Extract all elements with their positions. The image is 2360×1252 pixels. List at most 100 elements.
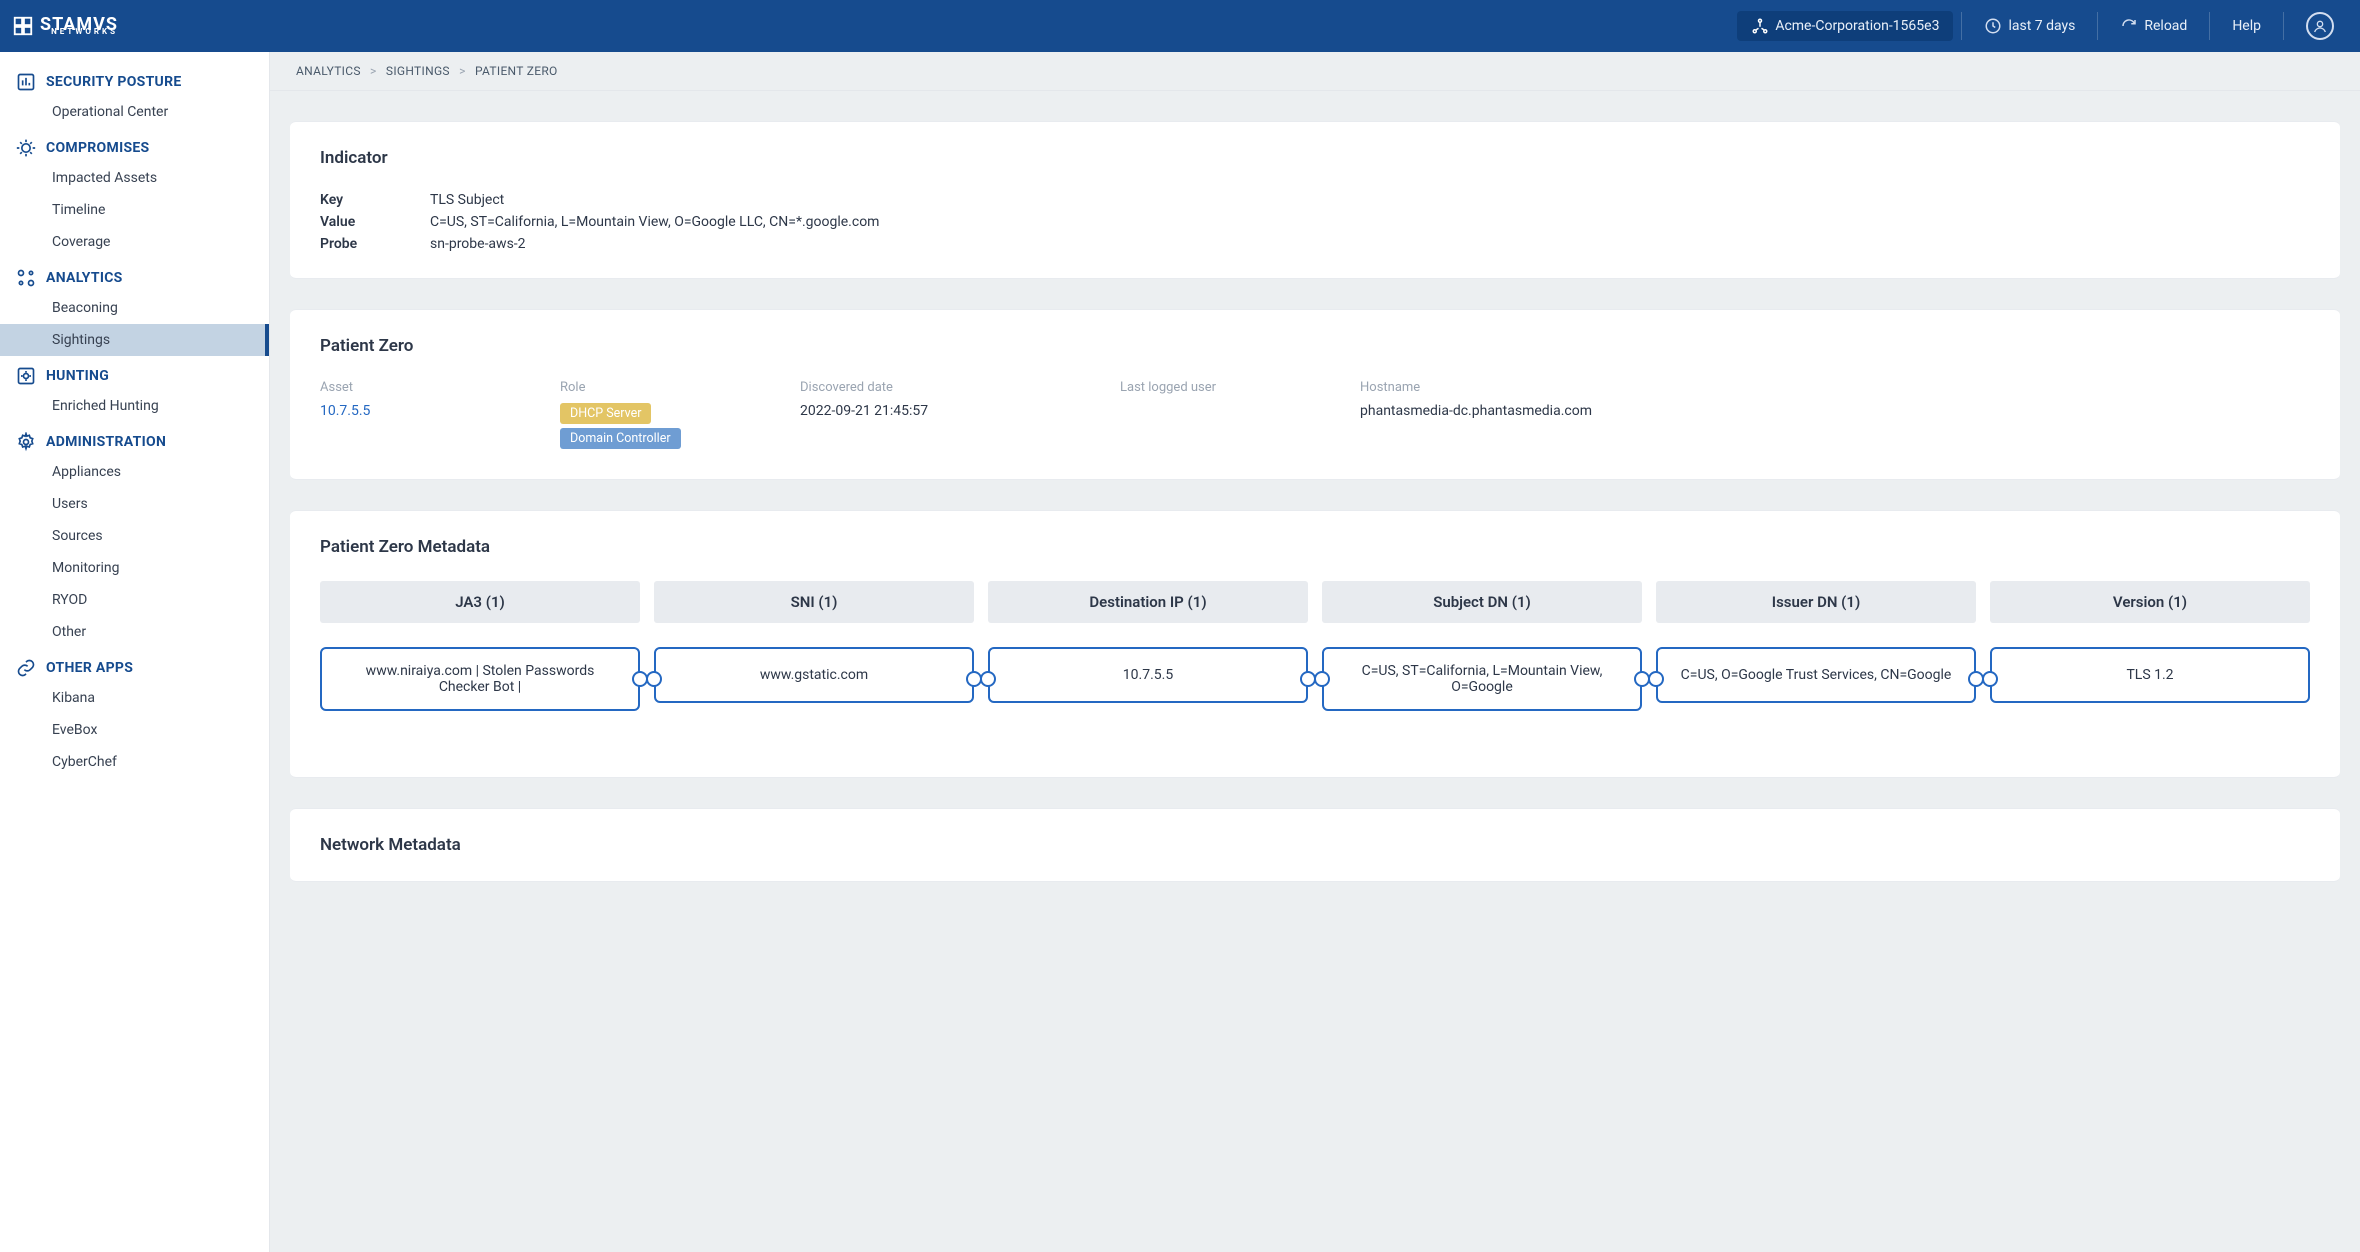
sidebar-item-timeline[interactable]: Timeline: [0, 194, 269, 226]
connector-node: [646, 671, 662, 687]
main: ANALYTICS > SIGHTINGS > PATIENT ZERO Ind…: [270, 52, 2360, 1252]
sidebar-section-security-posture[interactable]: SECURITY POSTURE: [0, 62, 269, 96]
sidebar-item-sources[interactable]: Sources: [0, 520, 269, 552]
meta-header-issuer[interactable]: Issuer DN (1): [1656, 581, 1976, 623]
sidebar-item-appliances[interactable]: Appliances: [0, 456, 269, 488]
indicator-title: Indicator: [320, 148, 2310, 168]
sidebar-item-impacted-assets[interactable]: Impacted Assets: [0, 162, 269, 194]
help-button[interactable]: Help: [2218, 12, 2275, 40]
indicator-value-label: Value: [320, 214, 400, 230]
network-icon: [1751, 17, 1769, 35]
network-metadata-title: Network Metadata: [320, 835, 2310, 855]
sidebar-section-administration[interactable]: ADMINISTRATION: [0, 422, 269, 456]
last-user-label: Last logged user: [1120, 380, 1320, 395]
patient-zero-panel: Patient Zero Asset 10.7.5.5 Role DHCP Se…: [290, 309, 2340, 480]
target-icon: [16, 366, 36, 386]
reload-label: Reload: [2144, 18, 2187, 34]
nodes-icon: [16, 268, 36, 288]
sidebar-item-ryod[interactable]: RYOD: [0, 584, 269, 616]
help-label: Help: [2232, 18, 2261, 34]
indicator-panel: Indicator KeyTLS Subject ValueC=US, ST=C…: [290, 121, 2340, 279]
sidebar-item-sightings[interactable]: Sightings: [0, 324, 269, 356]
indicator-key-label: Key: [320, 192, 400, 208]
panels-container: Indicator KeyTLS Subject ValueC=US, ST=C…: [270, 91, 2360, 912]
sidebar-section-label: SECURITY POSTURE: [46, 74, 182, 90]
sidebar: SECURITY POSTURE Operational Center COMP…: [0, 52, 270, 1252]
brand-icon: [12, 15, 34, 37]
meta-cell-issuer[interactable]: C=US, O=Google Trust Services, CN=Google: [1656, 647, 1976, 703]
brand-subtitle: NETWORKS: [40, 28, 118, 36]
metadata-title: Patient Zero Metadata: [320, 537, 2310, 557]
sidebar-section-other-apps[interactable]: OTHER APPS: [0, 648, 269, 682]
meta-header-ja3[interactable]: JA3 (1): [320, 581, 640, 623]
patient-zero-title: Patient Zero: [320, 336, 2310, 356]
sidebar-item-kibana[interactable]: Kibana: [0, 682, 269, 714]
sidebar-item-monitoring[interactable]: Monitoring: [0, 552, 269, 584]
chart-icon: [16, 72, 36, 92]
sidebar-section-label: ADMINISTRATION: [46, 434, 166, 450]
breadcrumb-sightings[interactable]: SIGHTINGS: [386, 64, 450, 78]
meta-cell-wrap: 10.7.5.5: [988, 647, 1308, 711]
sidebar-section-label: COMPROMISES: [46, 140, 149, 156]
separator: [1961, 12, 1962, 40]
reload-button[interactable]: Reload: [2106, 11, 2201, 41]
connector-node: [1982, 671, 1998, 687]
meta-header-sni[interactable]: SNI (1): [654, 581, 974, 623]
sidebar-section-hunting[interactable]: HUNTING: [0, 356, 269, 390]
clock-icon: [1984, 17, 2002, 35]
topbar-right: Acme-Corporation-1565e3 last 7 days Relo…: [1737, 6, 2348, 46]
separator: [2209, 12, 2210, 40]
asset-value-link[interactable]: 10.7.5.5: [320, 403, 520, 419]
org-selector[interactable]: Acme-Corporation-1565e3: [1737, 11, 1953, 41]
connector-node: [980, 671, 996, 687]
meta-cell-wrap: TLS 1.2: [1990, 647, 2310, 711]
indicator-value-value: C=US, ST=California, L=Mountain View, O=…: [430, 214, 879, 230]
hostname-value: phantasmedia-dc.phantasmedia.com: [1360, 403, 2310, 419]
sidebar-item-users[interactable]: Users: [0, 488, 269, 520]
bug-icon: [16, 138, 36, 158]
sidebar-item-enriched-hunting[interactable]: Enriched Hunting: [0, 390, 269, 422]
brand-logo[interactable]: STAMVS NETWORKS: [12, 15, 118, 37]
breadcrumb-separator: >: [459, 64, 466, 78]
discovered-label: Discovered date: [800, 380, 1080, 395]
timerange-label: last 7 days: [2008, 18, 2075, 34]
breadcrumb-current: PATIENT ZERO: [475, 64, 558, 78]
meta-cell-sni[interactable]: www.gstatic.com: [654, 647, 974, 703]
sidebar-item-beaconing[interactable]: Beaconing: [0, 292, 269, 324]
meta-cell-dest[interactable]: 10.7.5.5: [988, 647, 1308, 703]
sidebar-item-other[interactable]: Other: [0, 616, 269, 648]
breadcrumb: ANALYTICS > SIGHTINGS > PATIENT ZERO: [270, 52, 2360, 91]
sidebar-item-operational-center[interactable]: Operational Center: [0, 96, 269, 128]
connector-node: [1648, 671, 1664, 687]
asset-label: Asset: [320, 380, 520, 395]
sidebar-section-label: HUNTING: [46, 368, 109, 384]
gear-icon: [16, 432, 36, 452]
meta-cell-ja3[interactable]: www.niraiya.com | Stolen Passwords Check…: [320, 647, 640, 711]
user-menu[interactable]: [2292, 6, 2348, 46]
org-name: Acme-Corporation-1565e3: [1775, 18, 1939, 34]
meta-cell-subj[interactable]: C=US, ST=California, L=Mountain View, O=…: [1322, 647, 1642, 711]
role-badge-dhcp: DHCP Server: [560, 403, 651, 424]
role-label: Role: [560, 380, 760, 395]
sidebar-section-analytics[interactable]: ANALYTICS: [0, 258, 269, 292]
separator: [2283, 12, 2284, 40]
sidebar-item-evebox[interactable]: EveBox: [0, 714, 269, 746]
meta-header-dest[interactable]: Destination IP (1): [988, 581, 1308, 623]
sidebar-section-label: ANALYTICS: [46, 270, 123, 286]
indicator-probe-value: sn-probe-aws-2: [430, 236, 526, 252]
meta-header-subj[interactable]: Subject DN (1): [1322, 581, 1642, 623]
meta-header-version[interactable]: Version (1): [1990, 581, 2310, 623]
indicator-probe-label: Probe: [320, 236, 400, 252]
network-metadata-panel: Network Metadata: [290, 808, 2340, 882]
meta-cell-version[interactable]: TLS 1.2: [1990, 647, 2310, 703]
topbar: STAMVS NETWORKS Acme-Corporation-1565e3 …: [0, 0, 2360, 52]
sidebar-section-compromises[interactable]: COMPROMISES: [0, 128, 269, 162]
metadata-panel: Patient Zero Metadata JA3 (1) SNI (1) De…: [290, 510, 2340, 778]
sidebar-item-cyberchef[interactable]: CyberChef: [0, 746, 269, 778]
sidebar-section-label: OTHER APPS: [46, 660, 133, 676]
separator: [2097, 12, 2098, 40]
user-icon: [2312, 18, 2328, 34]
sidebar-item-coverage[interactable]: Coverage: [0, 226, 269, 258]
breadcrumb-analytics[interactable]: ANALYTICS: [296, 64, 361, 78]
timerange-selector[interactable]: last 7 days: [1970, 11, 2089, 41]
